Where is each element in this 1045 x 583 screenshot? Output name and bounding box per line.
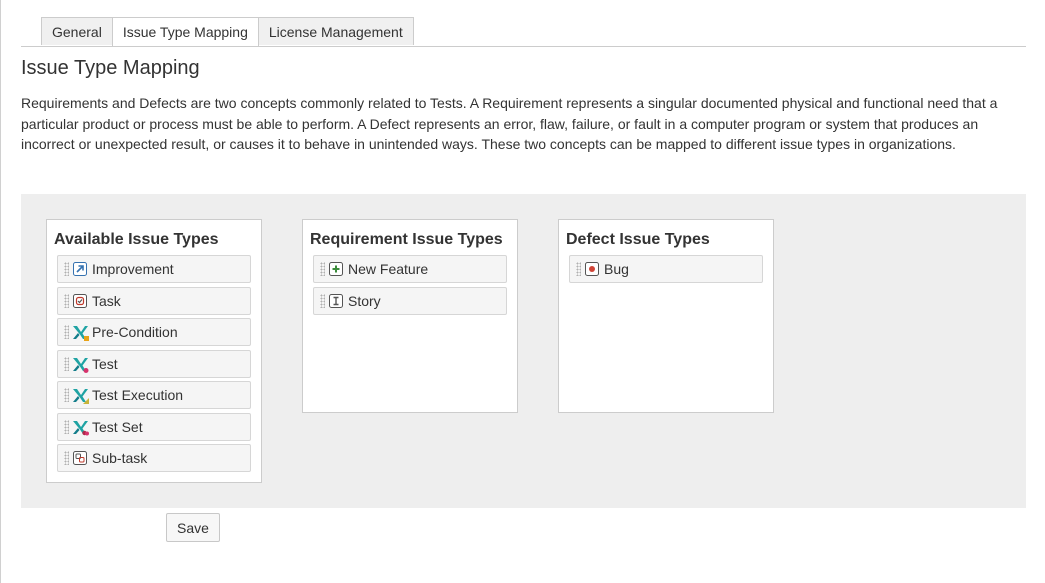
issue-type-story[interactable]: Story: [313, 286, 507, 315]
defect-issue-types-title: Defect Issue Types: [566, 231, 710, 248]
new-feature-icon: [329, 262, 343, 276]
task-icon: [73, 293, 87, 308]
story-icon: [329, 293, 343, 308]
tab-issue-type-mapping[interactable]: Issue Type Mapping: [111, 17, 259, 46]
issue-type-test[interactable]: Test: [57, 349, 251, 378]
issue-type-label: Task: [92, 292, 121, 309]
drag-handle-icon[interactable]: [64, 356, 69, 371]
available-issue-types-list[interactable]: Available Issue Types Improvement Task P…: [46, 219, 262, 483]
issue-type-label: Test: [92, 355, 118, 372]
drag-handle-icon[interactable]: [64, 293, 69, 308]
requirement-issue-types-list[interactable]: Requirement Issue Types New Feature Stor…: [302, 219, 518, 413]
save-button[interactable]: Save: [166, 513, 220, 542]
tab-divider: [21, 46, 1026, 47]
drag-handle-icon[interactable]: [64, 451, 69, 465]
sub-task-icon: [73, 451, 87, 465]
requirement-issue-types-title: Requirement Issue Types: [310, 231, 503, 248]
available-issue-types-title: Available Issue Types: [54, 231, 219, 248]
test-icon: [73, 357, 89, 373]
issue-type-test-set[interactable]: Test Set: [57, 412, 251, 441]
bug-icon: [585, 262, 599, 276]
page-title: Issue Type Mapping: [21, 57, 200, 79]
issue-type-label: New Feature: [348, 261, 429, 277]
drag-handle-icon[interactable]: [64, 419, 69, 434]
drag-handle-icon[interactable]: [64, 388, 69, 402]
page-description: Requirements and Defects are two concept…: [21, 95, 998, 152]
tab-bar: General Issue Type Mapping License Manag…: [41, 17, 414, 46]
issue-type-label: Improvement: [92, 261, 174, 277]
test-execution-icon: [73, 388, 89, 404]
issue-type-pre-condition[interactable]: Pre-Condition: [57, 318, 251, 346]
issue-type-task[interactable]: Task: [57, 286, 251, 315]
test-set-icon: [73, 420, 89, 435]
issue-type-improvement[interactable]: Improvement: [57, 255, 251, 283]
page-left-border: [0, 0, 1, 583]
pre-condition-icon: [73, 325, 89, 341]
issue-type-label: Bug: [604, 261, 629, 277]
issue-type-bug[interactable]: Bug: [569, 255, 763, 283]
tab-license-management[interactable]: License Management: [257, 17, 414, 45]
improvement-icon: [73, 262, 87, 276]
issue-type-test-execution[interactable]: Test Execution: [57, 381, 251, 409]
drag-handle-icon[interactable]: [64, 262, 69, 276]
issue-type-label: Sub-task: [92, 450, 148, 466]
issue-type-sub-task[interactable]: Sub-task: [57, 444, 251, 472]
issue-type-label: Story: [348, 292, 381, 309]
issue-type-new-feature[interactable]: New Feature: [313, 255, 507, 283]
defect-issue-types-list[interactable]: Defect Issue Types Bug: [558, 219, 774, 413]
drag-handle-icon[interactable]: [64, 325, 69, 339]
mapping-panel: Available Issue Types Improvement Task P…: [21, 194, 1026, 508]
drag-handle-icon[interactable]: [320, 293, 325, 308]
issue-type-label: Pre-Condition: [92, 324, 178, 340]
issue-type-label: Test Execution: [92, 387, 184, 403]
drag-handle-icon[interactable]: [320, 262, 325, 276]
tab-general[interactable]: General: [41, 17, 113, 45]
drag-handle-icon[interactable]: [576, 262, 581, 276]
issue-type-label: Test Set: [92, 418, 143, 435]
